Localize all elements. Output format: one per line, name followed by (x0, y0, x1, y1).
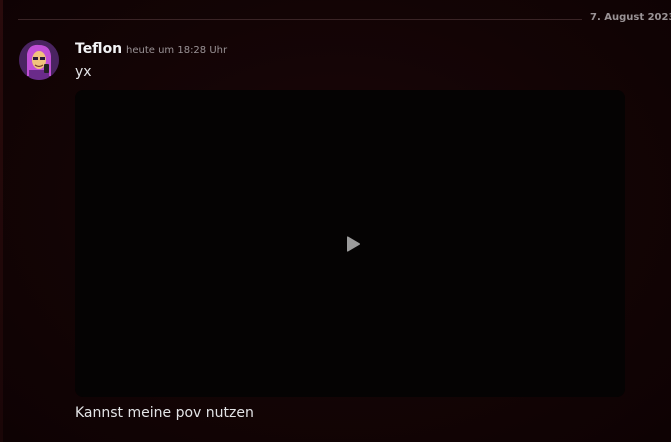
message-caption: Kannst meine pov nutzen (75, 405, 254, 421)
date-divider-label: 7. August 2023 (590, 12, 671, 23)
message-text: yx (75, 64, 92, 80)
message-timestamp: heute um 18:28 Uhr (126, 45, 228, 56)
left-edge (0, 0, 3, 442)
avatar-image (19, 40, 59, 80)
date-divider-line (18, 19, 582, 20)
message-author[interactable]: Teflon (75, 41, 122, 57)
avatar[interactable] (19, 40, 59, 80)
play-icon[interactable] (343, 234, 363, 254)
video-attachment[interactable] (75, 90, 625, 397)
